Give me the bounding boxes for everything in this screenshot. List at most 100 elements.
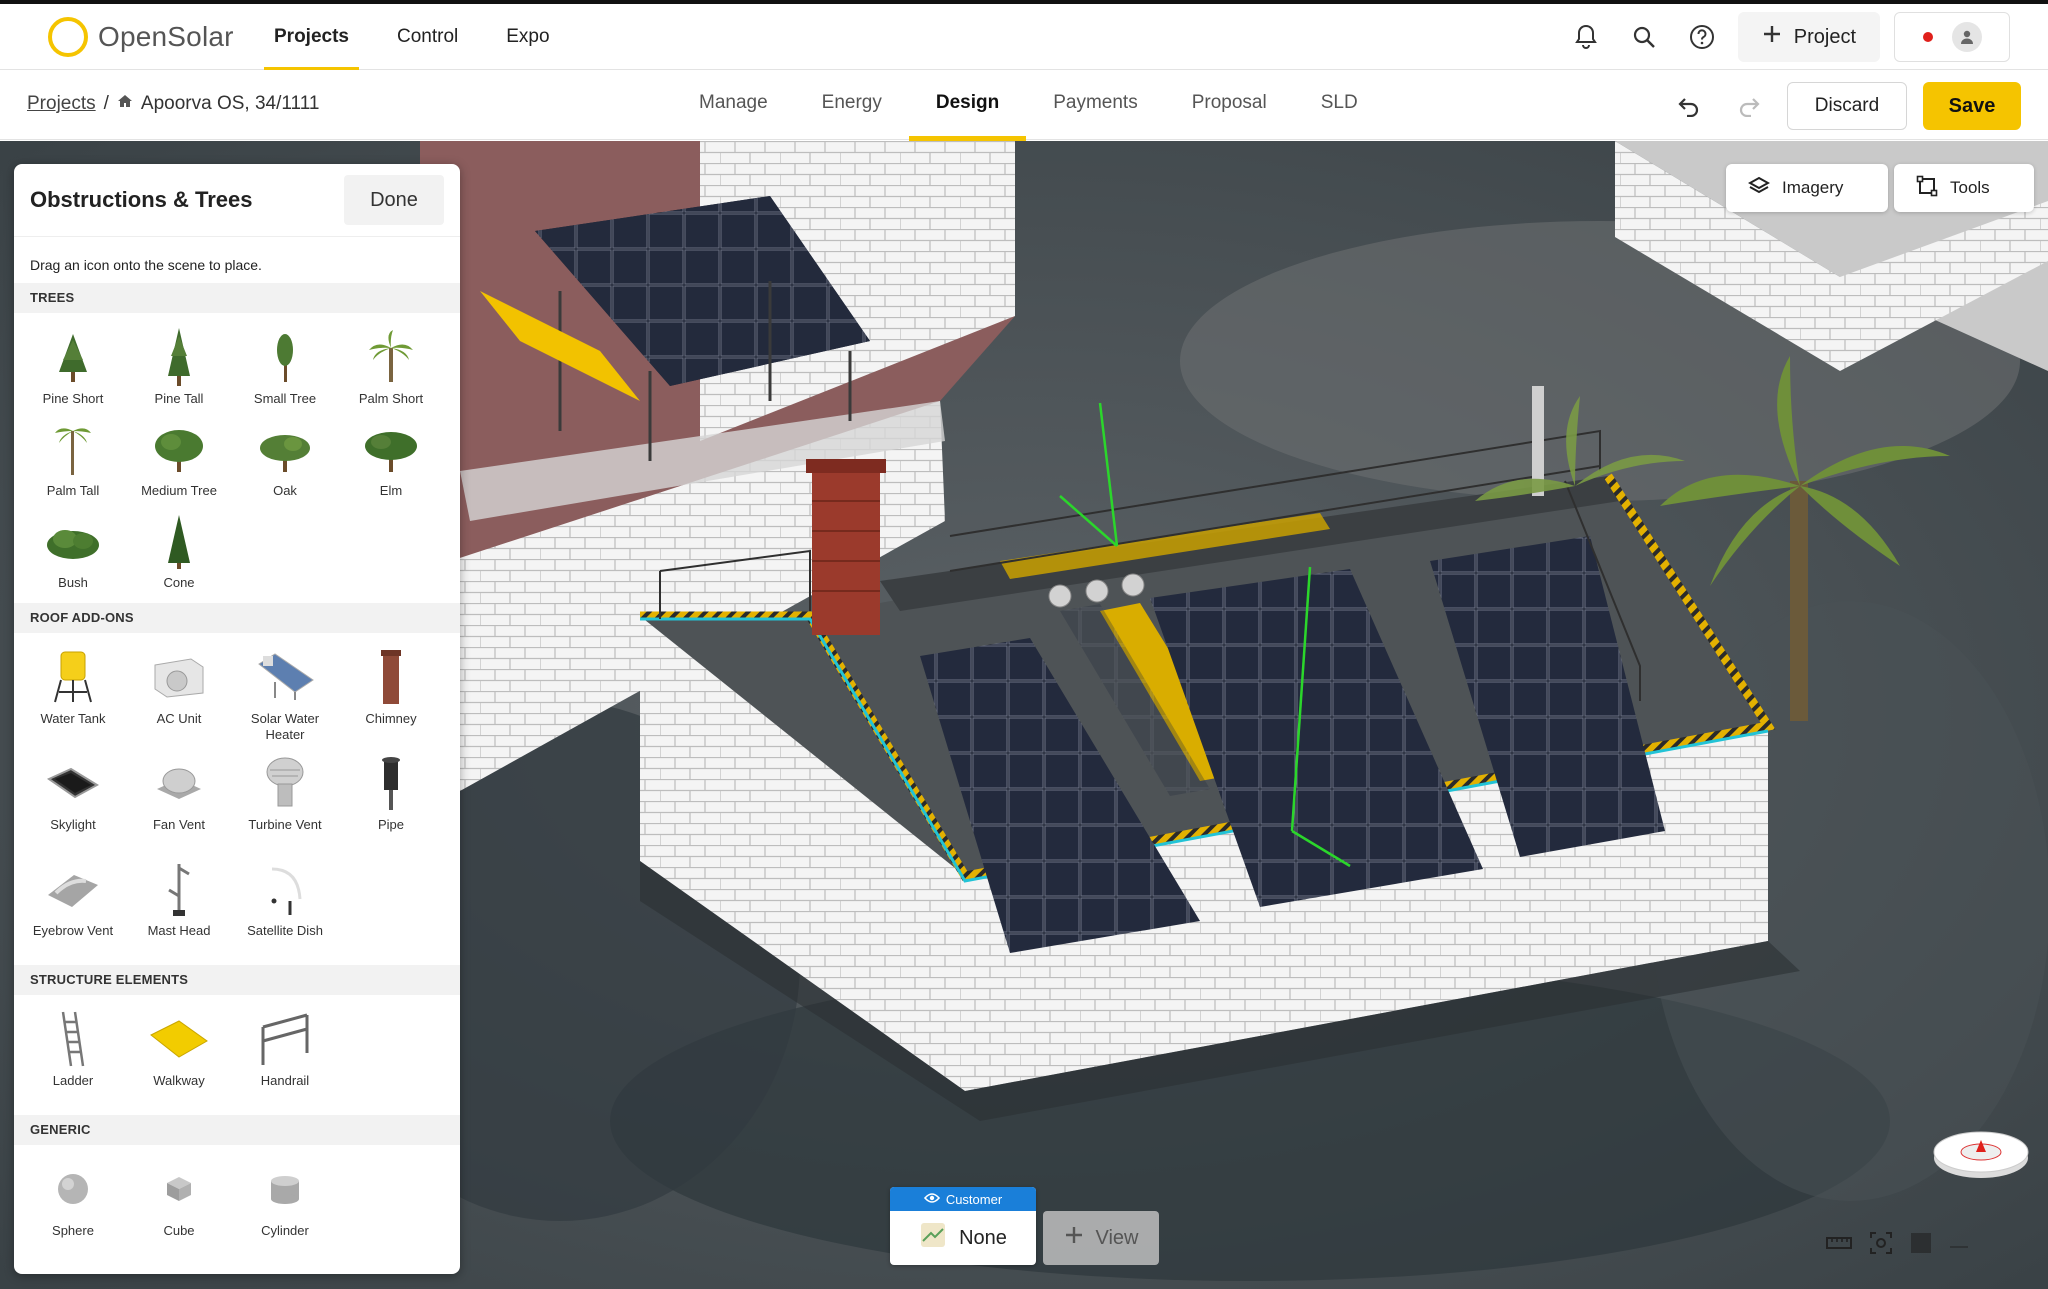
medium-tree-icon — [149, 419, 209, 479]
map-thumbnail-icon — [919, 1221, 947, 1255]
item-label: Walkway — [153, 1073, 205, 1088]
fan-vent-icon — [149, 753, 209, 813]
item-skylight[interactable]: Skylight — [20, 747, 126, 853]
item-cone[interactable]: Cone — [126, 505, 232, 597]
palm-tall-icon — [43, 419, 103, 479]
project-tabs: Manage Energy Design Payments Proposal S… — [672, 70, 1385, 141]
nav-expo[interactable]: Expo — [482, 4, 573, 70]
pine-short-icon — [43, 327, 103, 387]
user-menu[interactable] — [1894, 12, 2010, 62]
imagery-button[interactable]: Imagery — [1726, 164, 1888, 212]
item-pipe[interactable]: Pipe — [338, 747, 444, 853]
item-handrail[interactable]: Handrail — [232, 1003, 338, 1109]
item-label: Oak — [273, 483, 297, 498]
tab-payments[interactable]: Payments — [1026, 70, 1164, 140]
item-pine-short[interactable]: Pine Short — [20, 321, 126, 413]
ruler-icon[interactable] — [1826, 1235, 1852, 1256]
tools-label: Tools — [1950, 178, 1990, 197]
tab-manage[interactable]: Manage — [672, 70, 795, 140]
bell-icon[interactable] — [1564, 15, 1608, 59]
eye-icon — [923, 1192, 940, 1207]
help-icon[interactable] — [1680, 15, 1724, 59]
item-ac-unit[interactable]: AC Unit — [126, 641, 232, 747]
mast-head-icon — [149, 859, 209, 919]
item-cube[interactable]: Cube — [126, 1153, 232, 1259]
item-fan-vent[interactable]: Fan Vent — [126, 747, 232, 853]
search-icon[interactable] — [1622, 15, 1666, 59]
tab-design[interactable]: Design — [908, 70, 1027, 141]
eyebrow-vent-icon — [43, 859, 103, 919]
item-bush[interactable]: Bush — [20, 505, 126, 597]
logo-ring-icon — [48, 17, 88, 57]
status-dot — [1922, 32, 1933, 42]
item-water-tank[interactable]: Water Tank — [20, 641, 126, 747]
nav-control[interactable]: Control — [373, 4, 482, 70]
nav-projects[interactable]: Projects — [250, 4, 373, 71]
item-elm[interactable]: Elm — [338, 413, 444, 505]
item-pine-tall[interactable]: Pine Tall — [126, 321, 232, 413]
item-label: Palm Tall — [46, 483, 100, 498]
breadcrumb-projects[interactable]: Projects — [27, 93, 96, 115]
tab-proposal[interactable]: Proposal — [1165, 70, 1294, 140]
chimney-icon — [361, 647, 421, 707]
top-bar: OpenSolar Projects Control Expo Project — [0, 0, 2048, 71]
view-current-label: None — [959, 1226, 1007, 1249]
ladder-icon — [43, 1009, 103, 1069]
item-label: Pine Tall — [154, 391, 204, 406]
ac-unit-icon — [149, 647, 209, 707]
item-eyebrow-vent[interactable]: Eyebrow Vent — [20, 853, 126, 959]
walkway-icon — [149, 1009, 209, 1069]
grid-icon[interactable] — [1910, 1232, 1932, 1259]
compass-widget[interactable] — [1932, 1126, 2030, 1180]
item-walkway[interactable]: Walkway — [126, 1003, 232, 1109]
tools-button[interactable]: Tools — [1894, 164, 2034, 212]
item-chimney[interactable]: Chimney — [338, 641, 444, 747]
item-solar-water-heater[interactable]: Solar Water Heater — [232, 641, 338, 747]
item-mast-head[interactable]: Mast Head — [126, 853, 232, 959]
breadcrumb: Projects / Apoorva OS, 34/1111 — [27, 93, 319, 115]
item-label: Pine Short — [42, 391, 104, 406]
screenshot-icon[interactable] — [1870, 1232, 1892, 1259]
palm-short-icon — [361, 327, 421, 387]
skylight-icon — [43, 753, 103, 813]
view-selector[interactable]: Customer None — [890, 1187, 1036, 1265]
add-view-button[interactable]: View — [1043, 1211, 1159, 1265]
undo-icon[interactable] — [1667, 84, 1711, 128]
item-oak[interactable]: Oak — [232, 413, 338, 505]
item-medium-tree[interactable]: Medium Tree — [126, 413, 232, 505]
item-satellite-dish[interactable]: Satellite Dish — [232, 853, 338, 959]
project-bar: Projects / Apoorva OS, 34/1111 Manage En… — [0, 70, 2048, 141]
item-ladder[interactable]: Ladder — [20, 1003, 126, 1109]
logo-text: OpenSolar — [98, 21, 234, 52]
save-button[interactable]: Save — [1923, 82, 2021, 130]
minus-icon[interactable] — [1950, 1237, 1968, 1255]
item-label: Palm Short — [358, 391, 424, 406]
edit-actions: Discard Save — [1667, 82, 2021, 130]
item-label: Handrail — [260, 1073, 310, 1088]
opensolar-logo[interactable]: OpenSolar — [48, 17, 234, 57]
item-label: Mast Head — [147, 923, 211, 938]
elm-icon — [361, 419, 421, 479]
done-button[interactable]: Done — [344, 175, 444, 225]
item-small-tree[interactable]: Small Tree — [232, 321, 338, 413]
item-label: Cylinder — [261, 1223, 309, 1238]
solar-water-heater-icon — [255, 647, 315, 707]
tab-energy[interactable]: Energy — [795, 70, 909, 140]
oak-icon — [255, 419, 315, 479]
main-nav: Projects Control Expo — [250, 4, 574, 71]
turbine-vent-icon — [255, 753, 315, 813]
item-palm-tall[interactable]: Palm Tall — [20, 413, 126, 505]
item-label: Fan Vent — [152, 817, 206, 832]
item-sphere[interactable]: Sphere — [20, 1153, 126, 1259]
item-palm-short[interactable]: Palm Short — [338, 321, 444, 413]
layers-icon — [1747, 175, 1771, 202]
badge-label: Customer — [945, 1191, 1003, 1207]
item-turbine-vent[interactable]: Turbine Vent — [232, 747, 338, 853]
bottom-tools — [1826, 1232, 1968, 1259]
new-project-button[interactable]: Project — [1737, 12, 1880, 62]
item-label: Satellite Dish — [247, 923, 323, 938]
discard-button[interactable]: Discard — [1787, 82, 1907, 130]
redo-icon[interactable] — [1727, 84, 1771, 128]
tab-sld[interactable]: SLD — [1294, 70, 1385, 140]
item-cylinder[interactable]: Cylinder — [232, 1153, 338, 1259]
